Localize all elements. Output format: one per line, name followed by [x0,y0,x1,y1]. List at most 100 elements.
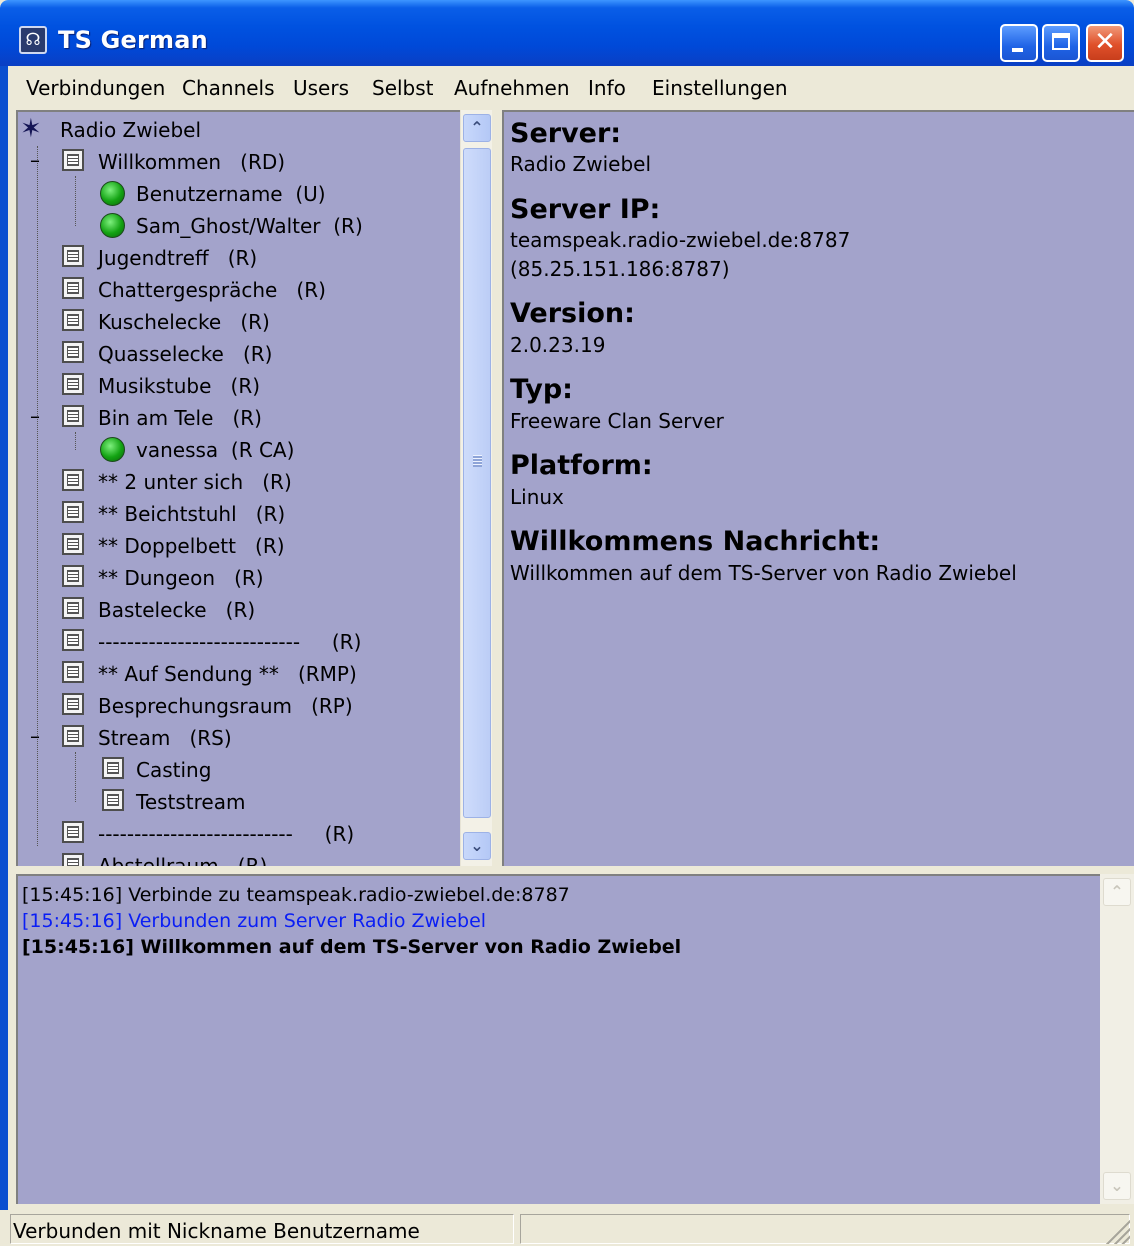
tree-channel[interactable]: Musikstube (R) [18,370,458,400]
menu-selbst[interactable]: Selbst [372,76,434,100]
teamspeak-app-icon: ☊ [19,26,47,54]
server-ip-heading: Server IP: [510,194,661,225]
channel-label: ** Doppelbett (R) [98,534,285,558]
tree-subchannel[interactable]: Casting [18,754,458,784]
main-window: ☊ TS German ✕ Verbindungen Channels User… [0,0,1134,1246]
window-frame-left [0,66,8,1246]
channel-label: Bastelecke (R) [98,598,256,622]
menu-einstellungen[interactable]: Einstellungen [652,76,788,100]
log-scrollbar[interactable]: ⌃ ⌄ [1100,874,1134,1204]
type-heading: Typ: [510,374,573,405]
channel-icon [62,629,84,651]
close-icon: ✕ [1094,27,1116,57]
channel-icon [62,277,84,299]
tree-channel[interactable]: ---------------------------- (R) [18,626,458,656]
server-name: Radio Zwiebel [60,118,202,142]
tree-channel[interactable]: ** 2 unter sich (R) [18,466,458,496]
version-value: 2.0.23.19 [510,333,606,357]
tree-channel[interactable]: – Stream (RS) [18,722,458,752]
channel-label: ---------------------------- (R) [98,630,362,654]
menu-channels[interactable]: Channels [182,76,275,100]
title-bar[interactable]: ☊ TS German ✕ [0,0,1134,66]
channel-label: Willkommen (RD) [98,150,286,174]
tree-channel[interactable]: --------------------------- (R) [18,818,458,848]
type-value: Freeware Clan Server [510,409,724,433]
channel-icon [102,789,124,811]
welcome-heading: Willkommens Nachricht: [510,526,881,557]
tree-channel[interactable]: ** Doppelbett (R) [18,530,458,560]
tree-channel[interactable]: Chattergespräche (R) [18,274,458,304]
minimize-button[interactable] [1000,24,1038,62]
channel-icon [62,405,84,427]
server-ip-numeric: (85.25.151.186:8787) [510,257,730,281]
platform-heading: Platform: [510,450,653,481]
tree-channel[interactable]: Bastelecke (R) [18,594,458,624]
version-heading: Version: [510,298,635,329]
collapse-icon[interactable]: – [30,148,40,172]
tree-user[interactable]: Sam_Ghost/Walter (R) [18,210,458,240]
tree-channel[interactable]: – Bin am Tele (R) [18,402,458,432]
channel-label: Kuschelecke (R) [98,310,270,334]
tree-channel[interactable]: Quasselecke (R) [18,338,458,368]
channel-icon [62,341,84,363]
menu-aufnehmen[interactable]: Aufnehmen [454,76,570,100]
status-bar: Verbunden mit Nickname Benutzername [0,1210,1134,1246]
tree-channel[interactable]: ** Dungeon (R) [18,562,458,592]
channel-label: ** 2 unter sich (R) [98,470,292,494]
platform-value: Linux [510,485,564,509]
tree-channel[interactable]: Jugendtreff (R) [18,242,458,272]
menu-verbindungen[interactable]: Verbindungen [26,76,165,100]
tree-user[interactable]: vanessa (R CA) [18,434,458,464]
channel-tree[interactable]: ✶ Radio Zwiebel – Willkommen (RD) Benutz… [16,110,460,866]
channel-label: Chattergespräche (R) [98,278,326,302]
tree-channel[interactable]: ** Auf Sendung ** (RMP) [18,658,458,688]
server-value: Radio Zwiebel [510,152,652,176]
scroll-thumb[interactable] [463,148,491,818]
channel-icon [62,853,84,866]
user-green-icon [100,213,125,238]
tree-channel[interactable]: – Willkommen (RD) [18,146,458,176]
user-label: Benutzername (U) [136,182,326,206]
scroll-up-button[interactable]: ⌃ [1103,878,1131,906]
status-cell-secondary [520,1214,1130,1244]
channel-icon [102,757,124,779]
channel-icon [62,725,84,747]
user-green-icon [100,437,125,462]
tree-scrollbar[interactable]: ⌃ ⌄ [460,110,492,866]
maximize-button[interactable] [1042,24,1080,62]
scroll-down-button[interactable]: ⌄ [463,832,491,860]
tree-channel[interactable]: Kuschelecke (R) [18,306,458,336]
channel-icon [62,821,84,843]
collapse-icon[interactable]: – [30,404,40,428]
tree-channel[interactable]: Besprechungsraum (RP) [18,690,458,720]
channel-icon [62,469,84,491]
channel-icon [62,661,84,683]
menu-bar: Verbindungen Channels Users Selbst Aufne… [8,66,1134,108]
channel-icon [62,373,84,395]
close-button[interactable]: ✕ [1086,24,1124,62]
channel-icon [62,565,84,587]
server-heading: Server: [510,118,622,149]
scroll-down-button[interactable]: ⌄ [1103,1172,1131,1200]
resize-grip-icon[interactable] [1106,1220,1130,1244]
channel-label: Stream (RS) [98,726,232,750]
tree-subchannel[interactable]: Teststream [18,786,458,816]
chat-log[interactable]: [15:45:16] Verbinde zu teamspeak.radio-z… [16,874,1100,1204]
channel-label: Casting [136,758,212,782]
user-label: Sam_Ghost/Walter (R) [136,214,363,238]
channel-label: Besprechungsraum (RP) [98,694,353,718]
channel-label: Musikstube (R) [98,374,261,398]
status-text: Verbunden mit Nickname Benutzername [13,1219,420,1243]
tree-channel[interactable]: ** Beichtstuhl (R) [18,498,458,528]
scroll-up-button[interactable]: ⌃ [463,114,491,142]
channel-icon [62,693,84,715]
channel-label: Teststream [136,790,246,814]
tree-channel[interactable]: Abstellraum (R) [18,850,458,866]
tree-user[interactable]: Benutzername (U) [18,178,458,208]
menu-info[interactable]: Info [588,76,626,100]
menu-users[interactable]: Users [293,76,349,100]
channel-icon [62,309,84,331]
collapse-icon[interactable]: – [30,724,40,748]
channel-label: ** Beichtstuhl (R) [98,502,286,526]
tree-server[interactable]: ✶ Radio Zwiebel [18,114,458,144]
